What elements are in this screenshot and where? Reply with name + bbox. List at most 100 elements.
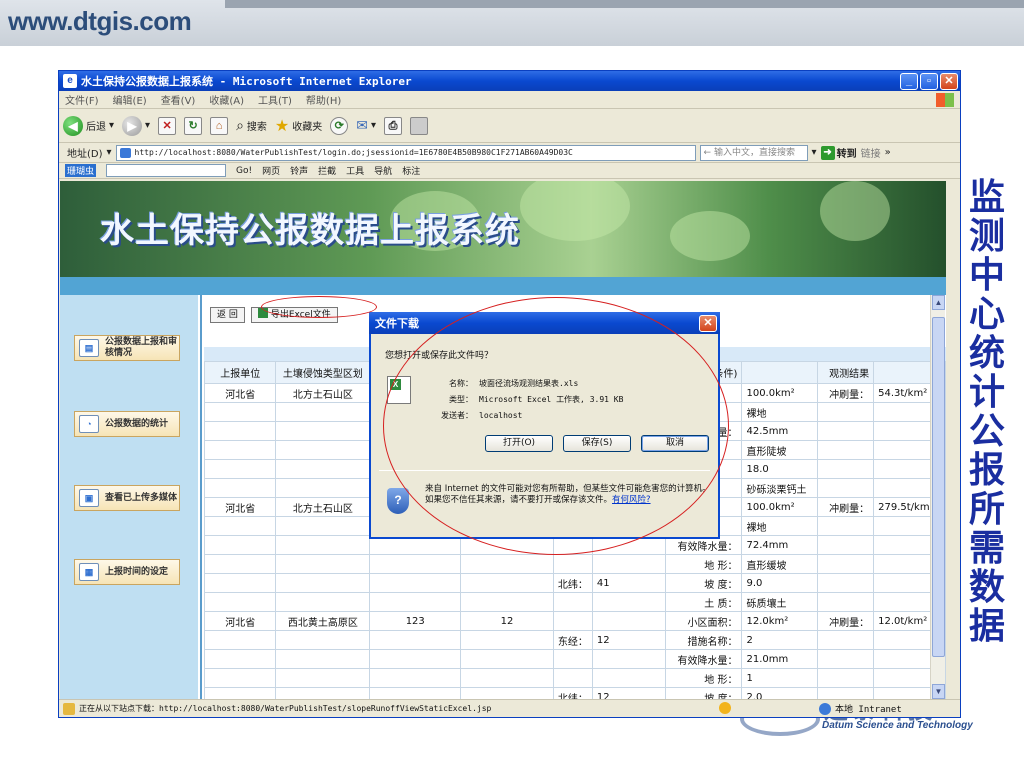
- favorites-button[interactable]: ★ 收藏夹: [275, 116, 322, 135]
- table-cell: 小区面积：: [664, 611, 743, 631]
- table-cell: 2: [741, 630, 819, 650]
- address-label: 地址(D): [67, 149, 103, 160]
- warning-icon: [719, 702, 731, 714]
- table-cell: [817, 402, 875, 422]
- table-cell: [369, 630, 462, 650]
- back-button[interactable]: ◀ 后退 ▾: [63, 115, 114, 136]
- minimize-button[interactable]: _: [900, 72, 918, 90]
- table-cell: [817, 573, 875, 593]
- table-cell: [275, 630, 371, 650]
- security-zone: 本地 Intranet: [819, 702, 902, 715]
- links-search-input[interactable]: [106, 164, 227, 177]
- table-cell: [817, 516, 875, 536]
- sidebar: ▤ 公报数据上报和审核情况 ◔ 公报数据的统计 ▣ 查看已上传多媒体 ▦ 上报时…: [60, 295, 198, 699]
- links-item-block[interactable]: 拦截: [318, 164, 336, 177]
- address-input[interactable]: http://localhost:8080/WaterPublishTest/l…: [115, 144, 696, 161]
- window-titlebar[interactable]: e 水土保持公报数据上报系统 - Microsoft Internet Expl…: [59, 71, 960, 91]
- table-cell: [591, 554, 666, 574]
- table-cell: [817, 630, 875, 650]
- table-cell: [591, 611, 666, 631]
- links-more-icon[interactable]: »: [885, 147, 891, 158]
- links-go-button[interactable]: Go!: [236, 166, 252, 176]
- menu-help[interactable]: 帮助(H): [306, 92, 341, 107]
- table-cell: 冲刷量：: [817, 611, 875, 631]
- scroll-up-icon[interactable]: ▲: [932, 295, 945, 310]
- sidebar-item-report-status[interactable]: ▤ 公报数据上报和审核情况: [74, 335, 180, 361]
- vertical-scrollbar[interactable]: ▲ ▼: [930, 295, 945, 699]
- forward-button[interactable]: ▶ ▾: [122, 115, 151, 136]
- table-cell: 1: [741, 668, 819, 688]
- table-cell: [369, 573, 462, 593]
- table-cell: [275, 478, 371, 498]
- table-cell: 100.0km²: [741, 383, 819, 403]
- table-cell: 12: [460, 611, 554, 631]
- links-item-nav[interactable]: 导航: [374, 164, 392, 177]
- stop-icon[interactable]: ✕: [158, 116, 177, 135]
- menu-file[interactable]: 文件(F): [65, 92, 99, 107]
- table-cell: [552, 649, 593, 669]
- windows-logo-icon: [936, 92, 954, 107]
- search-dropdown-icon[interactable]: ▾: [812, 147, 817, 158]
- site-url: www.dtgis.com: [8, 6, 192, 36]
- table-row: 土 质： 砾质壤土: [203, 592, 946, 612]
- search-input[interactable]: ← 输入中文，直接搜索: [699, 144, 808, 161]
- links-item-ringtone[interactable]: 铃声: [290, 164, 308, 177]
- menu-tools[interactable]: 工具(T): [258, 92, 292, 107]
- links-label[interactable]: 链接: [861, 145, 881, 160]
- table-cell: 12: [591, 687, 666, 699]
- table-cell: [369, 668, 462, 688]
- table-cell: 裸地: [741, 516, 819, 536]
- status-bar: 正在从以下站点下载：http://localhost:8080/WaterPub…: [59, 699, 960, 717]
- table-cell: [369, 687, 462, 699]
- menu-view[interactable]: 查看(V): [161, 92, 196, 107]
- forward-dropdown-icon: ▾: [145, 120, 151, 131]
- table-cell: [817, 421, 875, 441]
- coral-brand[interactable]: 珊瑚虫: [65, 164, 97, 177]
- sidebar-item-schedule[interactable]: ▦ 上报时间的设定: [74, 559, 180, 585]
- menu-favorites[interactable]: 收藏(A): [209, 92, 244, 107]
- table-cell: [275, 535, 371, 555]
- go-button[interactable]: ➜ 转到: [820, 145, 857, 160]
- table-cell: [817, 592, 875, 612]
- mail-button[interactable]: ✉ ▾: [356, 118, 376, 134]
- sidebar-item-statistics[interactable]: ◔ 公报数据的统计: [74, 411, 180, 437]
- print-icon[interactable]: ⎙: [384, 116, 403, 135]
- table-cell: [275, 421, 371, 441]
- leaf-decoration: [520, 181, 630, 241]
- table-cell: 41: [591, 573, 666, 593]
- go-label: 转到: [836, 149, 857, 160]
- scroll-down-icon[interactable]: ▼: [932, 684, 945, 699]
- links-bar: 珊瑚虫 Go! 网页 铃声 拦截 工具 导航 标注: [59, 163, 960, 179]
- table-cell: 东经：: [552, 630, 593, 650]
- links-item-webpage[interactable]: 网页: [262, 164, 280, 177]
- table-row: 地 形： 1: [203, 668, 946, 688]
- mail-dropdown-icon: ▾: [370, 120, 377, 131]
- links-item-tools[interactable]: 工具: [346, 164, 364, 177]
- intranet-icon: [819, 702, 831, 715]
- calendar-icon: ▦: [79, 563, 99, 581]
- table-cell: [203, 516, 277, 536]
- back-page-button[interactable]: 返 回: [210, 307, 245, 323]
- dialog-close-button[interactable]: ✕: [699, 314, 717, 332]
- links-item-mark[interactable]: 标注: [402, 164, 420, 177]
- refresh-icon[interactable]: ↻: [184, 116, 203, 135]
- address-dropdown-icon[interactable]: ▾: [107, 147, 112, 158]
- table-row: 地 形： 直形缓坡: [203, 554, 946, 574]
- close-button[interactable]: ✕: [940, 72, 958, 90]
- search-button[interactable]: ⌕ 搜索: [236, 118, 267, 134]
- sidebar-item-media[interactable]: ▣ 查看已上传多媒体: [74, 485, 180, 511]
- star-icon: ★: [274, 116, 290, 135]
- menu-edit[interactable]: 编辑(E): [113, 92, 147, 107]
- side-title: 监测中心统计公报所需数据: [962, 178, 1012, 646]
- table-cell: 土 质：: [664, 592, 743, 612]
- side-title-char: 统: [968, 332, 1005, 374]
- side-title-char: 数: [968, 566, 1005, 608]
- table-cell: [203, 478, 277, 498]
- scroll-thumb[interactable]: [932, 317, 945, 657]
- table-cell: [460, 592, 554, 612]
- home-icon[interactable]: ⌂: [210, 116, 229, 135]
- edit-icon[interactable]: [410, 116, 429, 135]
- slide-header: www.dtgis.com: [0, 0, 1024, 46]
- restore-button[interactable]: ▫: [920, 72, 938, 90]
- history-icon[interactable]: ⟳: [330, 116, 349, 135]
